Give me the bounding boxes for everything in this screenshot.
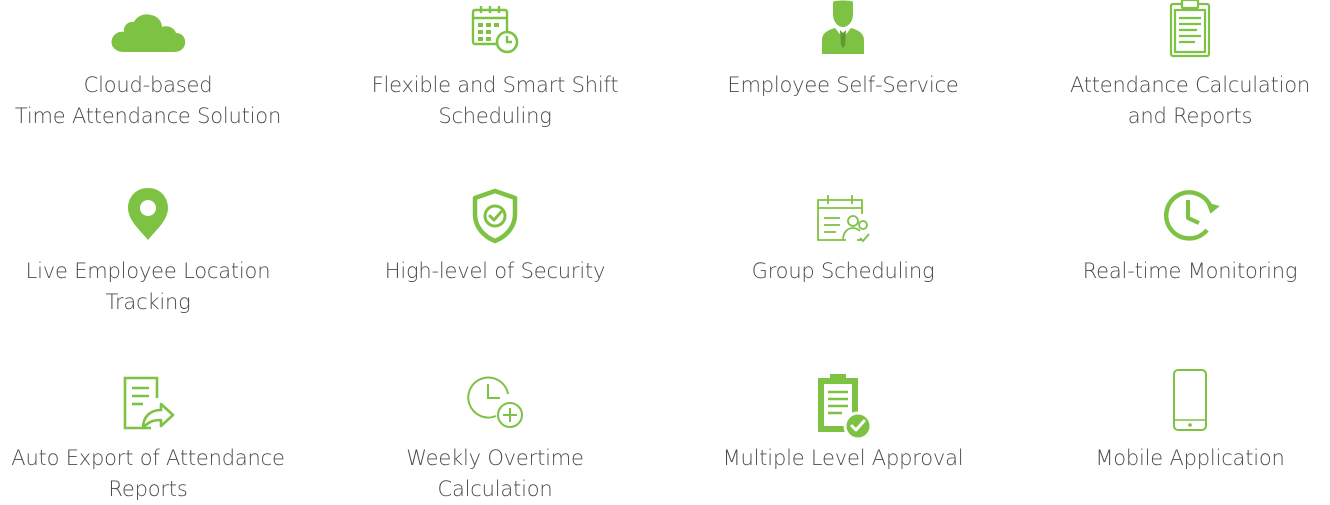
feature-label-line: Live Employee Location bbox=[25, 259, 271, 283]
feature-label-line: Real-time Monitoring bbox=[1082, 259, 1298, 283]
feature-label-line: and Reports bbox=[1127, 104, 1253, 128]
feature-label-line: Cloud-based bbox=[83, 73, 213, 97]
feature-label-line: Reports bbox=[108, 477, 188, 501]
feature-label-line: Calculation bbox=[437, 477, 553, 501]
clipboard-check-icon bbox=[818, 374, 873, 441]
cloud-icon bbox=[111, 14, 186, 52]
feature-label-line: Time Attendance Solution bbox=[14, 104, 282, 128]
shield-check-icon bbox=[472, 188, 518, 244]
calendar-group-icon bbox=[817, 195, 870, 243]
feature-label: High-level of Security bbox=[335, 256, 655, 287]
feature-label: Weekly Overtime Calculation bbox=[335, 443, 655, 505]
feature-label: Multiple Level Approval bbox=[683, 443, 1003, 474]
feature-label: Cloud-based Time Attendance Solution bbox=[0, 70, 308, 132]
feature-label: Employee Self-Service bbox=[683, 70, 1003, 101]
feature-label: Auto Export of Attendance Reports bbox=[0, 443, 308, 505]
feature-label-line: High-level of Security bbox=[384, 259, 606, 283]
calendar-clock-icon bbox=[471, 6, 519, 54]
location-pin-icon bbox=[128, 188, 168, 240]
document-export-icon bbox=[123, 376, 175, 430]
clipboard-icon bbox=[1169, 0, 1211, 58]
clock-plus-icon bbox=[467, 376, 523, 428]
clock-refresh-icon bbox=[1164, 190, 1220, 241]
smartphone-icon bbox=[1173, 369, 1207, 431]
feature-label: Flexible and Smart Shift Scheduling bbox=[335, 70, 655, 132]
feature-label-line: Auto Export of Attendance bbox=[11, 446, 285, 470]
feature-label: Attendance Calculation and Reports bbox=[1030, 70, 1330, 132]
feature-label-line: Scheduling bbox=[438, 104, 552, 128]
feature-label-line: Tracking bbox=[105, 290, 191, 314]
feature-label: Group Scheduling bbox=[683, 256, 1003, 287]
feature-label-line: Multiple Level Approval bbox=[722, 446, 964, 470]
feature-label-line: Group Scheduling bbox=[751, 259, 935, 283]
feature-label-line: Employee Self-Service bbox=[727, 73, 959, 97]
feature-label-line: Mobile Application bbox=[1095, 446, 1285, 470]
feature-label: Mobile Application bbox=[1030, 443, 1330, 474]
feature-label-line: Flexible and Smart Shift bbox=[371, 73, 619, 97]
feature-label: Live Employee Location Tracking bbox=[0, 256, 308, 318]
feature-label-line: Attendance Calculation bbox=[1069, 73, 1311, 97]
feature-label: Real-time Monitoring bbox=[1030, 256, 1330, 287]
feature-label-line: Weekly Overtime bbox=[406, 446, 584, 470]
employee-icon bbox=[822, 0, 864, 54]
